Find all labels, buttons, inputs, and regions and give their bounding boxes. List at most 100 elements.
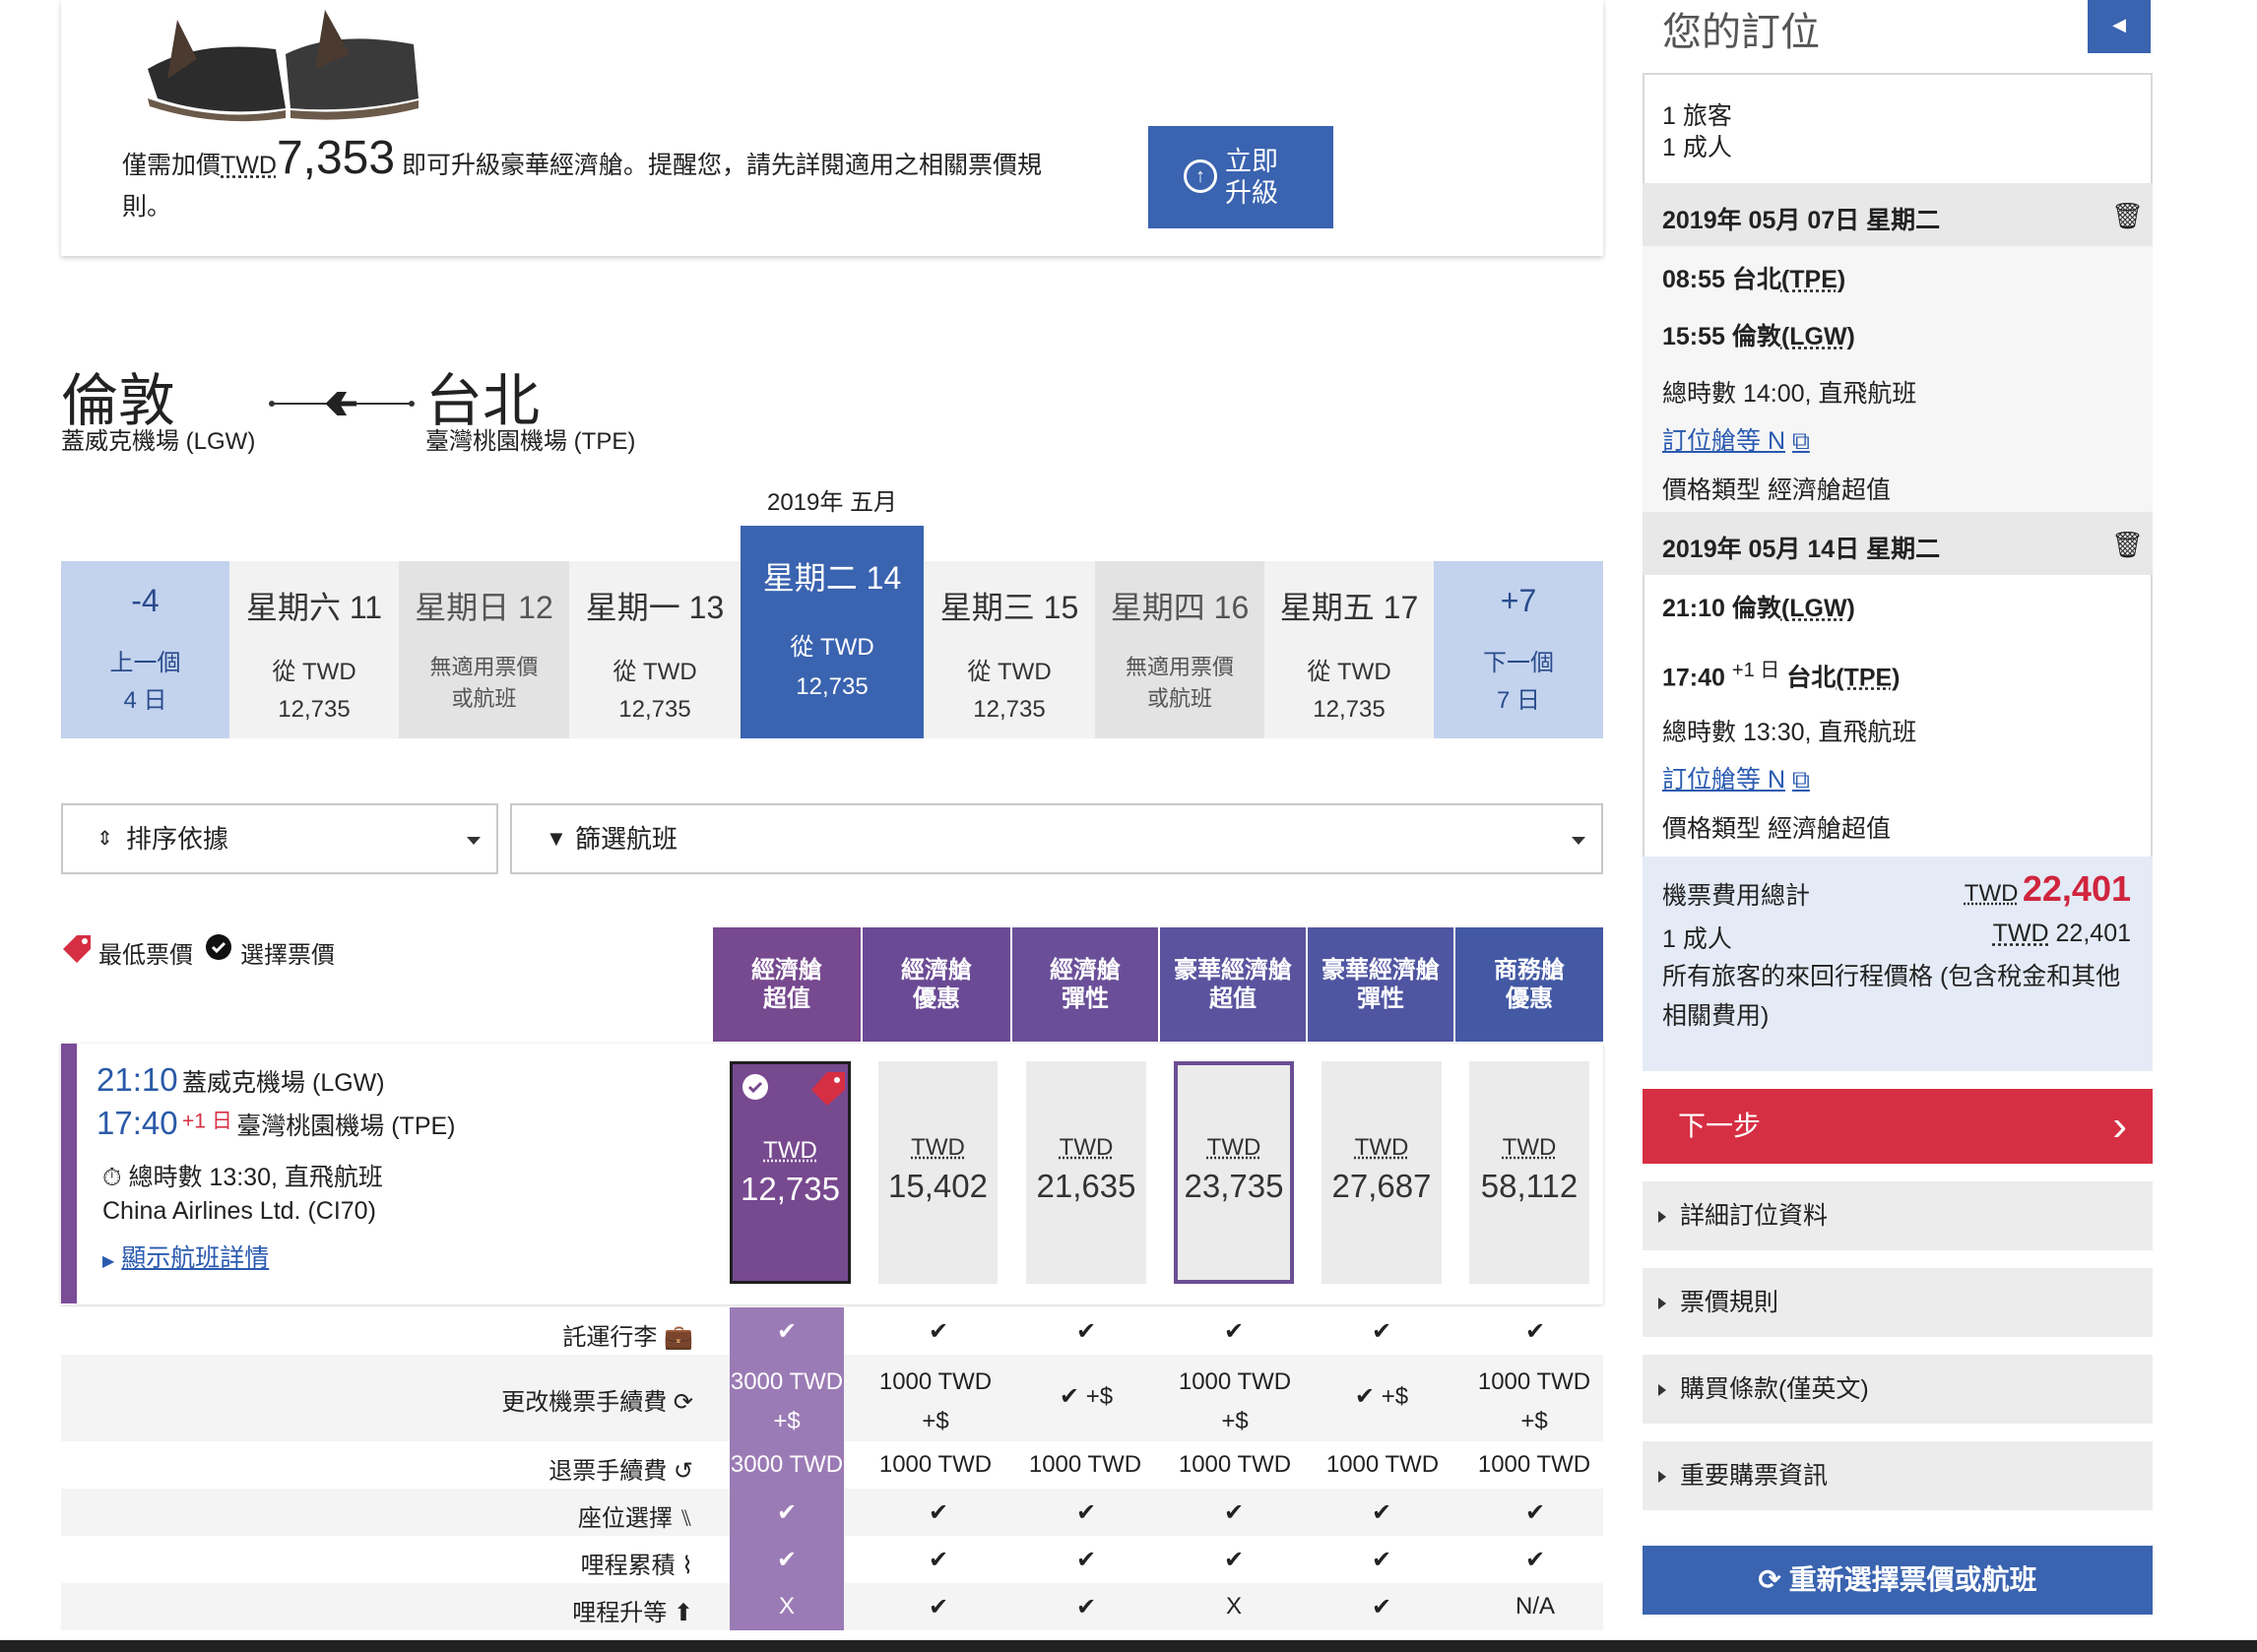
check-circle-icon [742,1074,768,1100]
fare-tile-economy-saver[interactable]: TWD 12,735 [730,1061,851,1284]
segment2-arrival: 17:40 +1 日 台北(TPE) [1662,660,1901,692]
upgrade-now-button[interactable]: ↑ 立即 升級 [1148,126,1333,228]
chevron-right-icon: › [2112,1102,2127,1150]
date-tue-14-selected[interactable]: 星期二 14 從 TWD 12,735 [741,526,924,738]
upgrade-amount: 7,353 [276,132,396,184]
trash-icon[interactable]: 🗑 [2111,530,2144,560]
benefit-cell: N/A [1515,1593,1555,1620]
prev-4-days[interactable]: -4 上一個 4 日 [61,561,229,738]
refresh-icon: ⟳ [673,1389,693,1416]
reselect-fare-button[interactable]: ⟳ 重新選擇票價或航班 [1643,1546,2153,1615]
segment1-class-link[interactable]: 訂位艙等 N ⧉ [1662,421,1810,457]
destination-airport: 臺灣桃園機場 (TPE) [425,428,636,455]
bottom-bar [0,1640,2257,1652]
caret-right-icon [1658,1211,1666,1223]
upgrade-icon: ⬆ [673,1600,693,1626]
date-fri-17[interactable]: 星期五 17 從 TWD 12,735 [1264,561,1434,738]
segment2-departure: 21:10 倫敦(LGW) [1662,595,1855,622]
benefit-cell: 1000 TWD [1477,1451,1591,1478]
segment1-date: 2019年 05月 07日 星期二 [1662,207,1941,234]
segment2-date: 2019年 05月 14日 星期二 [1662,536,1941,563]
caret-right-icon [1658,1298,1666,1309]
benefit-cell: ✔ [1371,1594,1392,1620]
adult-price: TWD 22,401 [1992,920,2131,947]
benefit-cell: ✔ [1371,1318,1392,1345]
origin-airport: 蓋威克機場 (LGW) [61,428,256,455]
benefit-cell: ✔ [1075,1594,1097,1620]
fare-header-premium-saver: 豪華經濟艙 超值 [1160,927,1306,1042]
benefit-cell: 1000 TWD +$ [1477,1368,1591,1434]
benefit-label-upgrade: 哩程升等 ⬆ [572,1600,693,1626]
mileage-icon: ⌇ [681,1553,693,1579]
benefit-cell: 1000 TWD [1178,1451,1292,1478]
chevron-down-icon [1572,837,1585,845]
segment2-fare-type: 價格類型 經濟艙超值 [1662,815,1891,843]
fare-tile-business-basic[interactable]: TWD 58,112 [1469,1061,1589,1284]
benefit-cell: ✔ [1371,1547,1392,1573]
caret-right-icon [1658,1384,1666,1396]
fare-header-premium-flex: 豪華經濟艙 彈性 [1308,927,1453,1042]
check-circle-icon [206,934,231,960]
price-tag-icon [63,935,91,963]
upgrade-message: 僅需加價TWD7,353 即可升級豪華經濟艙。提醒您，請先詳閱適用之相關票價規則… [122,132,1043,222]
fare-header-economy-saver: 經濟艙 超值 [713,927,861,1042]
accordion-booking-details[interactable]: 詳細訂位資料 [1643,1181,2153,1250]
collapse-sidebar-button[interactable]: ◀ [2088,0,2151,53]
benefit-cell: ✔ [1223,1318,1245,1345]
benefit-label-refund-fee: 退票手續費 ↺ [548,1458,693,1485]
duration-line: ⏱ 總時數 13:30, 直飛航班 [102,1164,383,1191]
refresh-icon: ⟳ [1758,1564,1781,1595]
benefit-cell: 1000 TWD [1028,1451,1142,1478]
booking-title: 您的訂位 [1662,11,1820,54]
next-7-days[interactable]: +7 下一個 7 日 [1434,561,1603,738]
benefit-cell: ✔ [1524,1499,1546,1526]
accordion-important-info[interactable]: 重要購票資訊 [1643,1441,2153,1510]
price-note: 所有旅客的來回行程價格 (包含稅金和其他相關費用) [1662,963,2121,1030]
departure-line: 21:10 蓋威克機場 (LGW) [97,1061,385,1098]
legend-selected: 選擇票價 [240,942,335,969]
external-link-icon: ⧉ [1791,427,1810,455]
benefit-cell: ✔ +$ [1059,1383,1114,1410]
benefit-cell: ✔ [928,1594,949,1620]
date-sat-11[interactable]: 星期六 11 從 TWD 12,735 [229,561,399,738]
benefit-cell: ✔ [1371,1499,1392,1526]
month-label: 2019年 五月 [766,489,898,516]
show-flight-details-link[interactable]: ▶ 顯示航班詳情 [102,1239,269,1274]
benefit-cell: 3000 TWD [730,1451,844,1479]
segment1-fare-type: 價格類型 經濟艙超值 [1662,477,1891,504]
plane-route-icon [269,392,415,415]
carrier: China Airlines Ltd. (CI70) [102,1197,376,1225]
sort-dropdown[interactable]: ⇕ 排序依據 [61,803,498,874]
benefit-label-baggage: 託運行李 💼 [562,1324,693,1351]
flight-stripe [61,1044,77,1303]
luggage-icon: 💼 [664,1324,693,1351]
segment2-class-link[interactable]: 訂位艙等 N ⧉ [1662,760,1810,795]
filter-dropdown[interactable]: ▼ 篩選航班 [510,803,1603,874]
benefit-cell: ✔ [1524,1547,1546,1573]
benefit-label-change-fee: 更改機票手續費 ⟳ [501,1389,693,1416]
external-link-icon: ⧉ [1791,766,1810,794]
chevron-down-icon [467,837,481,845]
arrow-up-circle-icon: ↑ [1184,159,1217,193]
arrival-line: 17:40 +1 日 臺灣桃園機場 (TPE) [97,1105,456,1141]
benefit-cell: ✔ [928,1547,949,1573]
date-wed-15[interactable]: 星期三 15 從 TWD 12,735 [924,561,1095,738]
segment1-arrival: 15:55 倫敦(LGW) [1662,323,1855,350]
refund-icon: ↺ [673,1458,693,1485]
fare-tile-economy-basic[interactable]: TWD 15,402 [878,1061,998,1284]
adult-label: 1 成人 [1662,925,1732,953]
date-sun-12: 星期日 12 無適用票價 或航班 [399,561,569,738]
accordion-terms[interactable]: 購買條款(僅英文) [1643,1355,2153,1424]
benefit-cell: ✔ [928,1499,949,1526]
accordion-fare-rules[interactable]: 票價規則 [1643,1268,2153,1337]
segment1-departure: 08:55 台北(TPE) [1662,266,1846,293]
date-thu-16: 星期四 16 無適用票價 或航班 [1095,561,1264,738]
trash-icon[interactable]: 🗑 [2111,201,2144,231]
fare-tile-premium-flex[interactable]: TWD 27,687 [1322,1061,1442,1284]
date-mon-13[interactable]: 星期一 13 從 TWD 12,735 [569,561,741,738]
fare-tile-premium-saver[interactable]: TWD 23,735 [1174,1061,1294,1284]
benefit-cell: 1000 TWD +$ [878,1368,993,1434]
fare-tile-economy-flex[interactable]: TWD 21,635 [1026,1061,1146,1284]
next-step-button[interactable]: 下一步 › [1643,1089,2153,1164]
benefit-label-seat: 座位選擇 ⑊ [577,1505,693,1532]
